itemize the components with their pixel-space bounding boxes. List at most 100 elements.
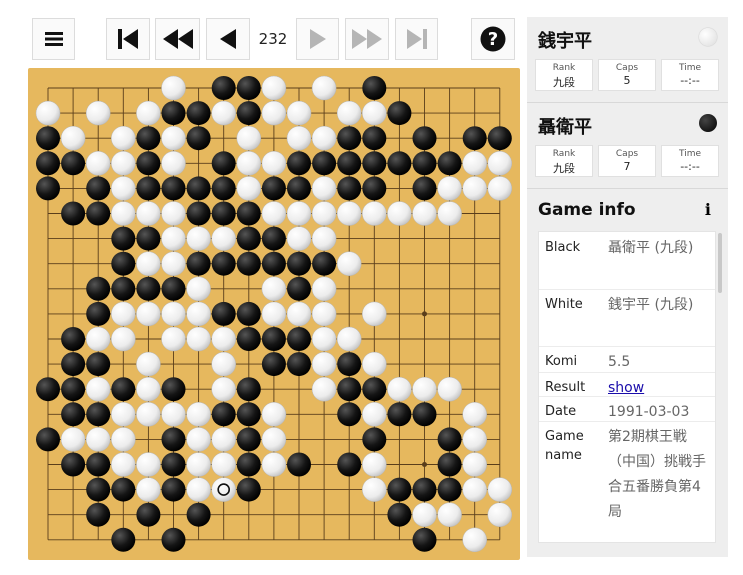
- white-stone: [412, 502, 437, 527]
- black-stone: [211, 251, 236, 276]
- black-stone: [136, 502, 161, 527]
- info-icon[interactable]: i: [705, 200, 711, 219]
- black-stone: [111, 251, 136, 276]
- black-stone: [387, 151, 412, 176]
- next-move-button[interactable]: [296, 18, 339, 60]
- black-stone: [261, 251, 286, 276]
- white-stone: [437, 201, 462, 226]
- white-stone: [311, 276, 337, 302]
- menu-button[interactable]: [32, 18, 75, 60]
- white-stone: [161, 301, 186, 327]
- black-stone: [161, 427, 186, 452]
- back-ten-button[interactable]: [155, 18, 200, 60]
- black-stone: [412, 151, 437, 176]
- rank-label: Rank: [552, 149, 576, 159]
- black-stone: [186, 101, 211, 126]
- white-player-name: 銭宇平: [538, 31, 592, 52]
- white-stone: [261, 151, 287, 176]
- white-stone: [161, 251, 186, 276]
- white-stone: [261, 276, 287, 302]
- forward-ten-button[interactable]: [345, 18, 389, 60]
- black-stone: [236, 477, 261, 502]
- white-player-panel: 銭宇平 Rank 九段 Caps 5 Time --:--: [527, 17, 728, 103]
- white-stone: [85, 326, 111, 352]
- white-stone: [136, 351, 161, 377]
- black-stone: [236, 377, 261, 402]
- row-key: Black: [545, 240, 581, 255]
- white-stone: [161, 75, 186, 101]
- black-stone: [86, 502, 111, 527]
- scrollbar-thumb[interactable]: [718, 233, 722, 293]
- white-stone: [85, 427, 111, 452]
- white-stone: [35, 100, 61, 126]
- black-rank: Rank 九段: [535, 145, 593, 177]
- caps-label: Caps: [615, 63, 639, 73]
- white-stone: [286, 125, 312, 151]
- black-stone: [86, 477, 111, 502]
- black-stone: [61, 402, 86, 427]
- black-stone: [36, 427, 60, 452]
- white-stone: [412, 201, 437, 226]
- black-stone: [186, 251, 211, 276]
- white-stone: [211, 477, 236, 502]
- rank-value: 九段: [553, 162, 575, 175]
- white-stone: [211, 351, 236, 377]
- white-stone-icon: [699, 28, 717, 46]
- black-stone: [36, 151, 60, 176]
- white-stone: [487, 176, 513, 201]
- black-stone: [236, 402, 261, 427]
- black-stone: [61, 377, 86, 402]
- white-stone: [336, 251, 362, 276]
- white-stone: [286, 226, 312, 251]
- white-stone: [311, 226, 337, 251]
- show-result-link[interactable]: show: [608, 380, 644, 396]
- black-stone: [211, 176, 236, 201]
- white-stone: [236, 176, 262, 201]
- black-stone: [211, 151, 236, 176]
- white-stone: [387, 376, 412, 402]
- time-value: --:--: [680, 160, 700, 173]
- previous-move-button[interactable]: [206, 18, 250, 60]
- white-stone: [336, 100, 362, 126]
- first-move-button[interactable]: [106, 18, 150, 60]
- black-stone: [86, 352, 111, 377]
- black-stone: [211, 402, 236, 427]
- black-stone: [61, 327, 86, 351]
- white-stone: [261, 100, 287, 126]
- row-key: White: [545, 297, 583, 312]
- black-stone: [236, 327, 261, 351]
- white-rank: Rank 九段: [535, 59, 593, 91]
- white-stone: [60, 125, 86, 151]
- black-stone: [236, 101, 261, 126]
- help-button[interactable]: ?: [471, 18, 515, 60]
- black-stone: [287, 452, 311, 477]
- black-stone: [287, 276, 311, 301]
- black-stone: [211, 76, 236, 100]
- board-grid[interactable]: [28, 68, 520, 560]
- white-stone: [211, 427, 236, 452]
- white-stone: [437, 376, 462, 402]
- black-stone: [136, 226, 161, 251]
- black-stone: [287, 251, 311, 276]
- black-stone: [236, 301, 261, 326]
- white-stone: [186, 276, 211, 302]
- white-stone: [362, 351, 387, 377]
- black-stone: [362, 176, 387, 201]
- black-stone: [236, 427, 261, 452]
- white-stone: [161, 402, 186, 427]
- row-value: 銭宇平 (九段): [608, 297, 694, 313]
- hamburger-menu-icon: [44, 32, 63, 46]
- black-stone: [61, 452, 86, 477]
- black-stone: [412, 176, 437, 201]
- last-move-button[interactable]: [395, 18, 438, 60]
- white-stone: [186, 402, 211, 427]
- black-stone: [36, 126, 60, 151]
- go-board[interactable]: [28, 68, 520, 560]
- white-stone: [387, 201, 412, 226]
- white-stone: [211, 226, 236, 251]
- white-stone: [261, 201, 287, 226]
- game-info-row-result: Result show: [539, 372, 715, 397]
- black-stone: [136, 176, 161, 201]
- white-stone: [261, 427, 287, 452]
- time-value: --:--: [680, 74, 700, 87]
